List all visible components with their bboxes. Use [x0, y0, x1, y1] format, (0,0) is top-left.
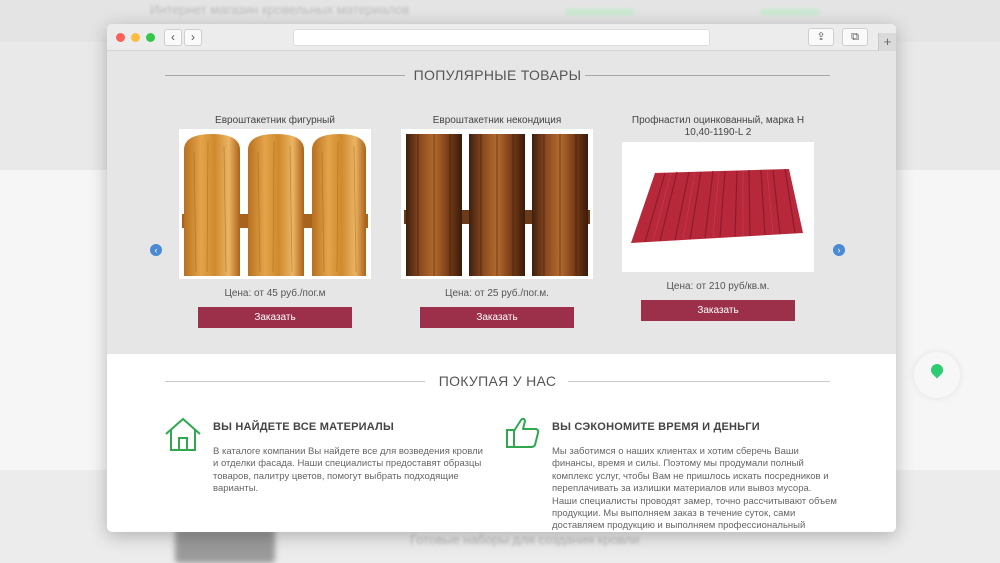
house-icon — [165, 417, 201, 451]
slider-prev-icon[interactable]: ‹ — [150, 244, 162, 256]
close-window-button[interactable] — [116, 33, 125, 42]
benefit-text: В каталоге компании Вы найдете все для в… — [213, 446, 483, 495]
new-tab-button[interactable]: + — [878, 33, 896, 51]
title-divider — [165, 381, 425, 382]
section-title-benefits: ПОКУПАЯ У НАС — [165, 371, 830, 391]
tabs-overview-button[interactable]: ⧉ — [842, 28, 868, 46]
benefit-text: Мы заботимся о наших клиентах и хотим сб… — [552, 446, 837, 532]
picket-fence-dark-image — [404, 132, 590, 276]
product-price: Цена: от 45 руб./пог.м — [224, 288, 326, 299]
title-divider — [165, 75, 405, 76]
product-price: Цена: от 210 руб/кв.м. — [666, 281, 770, 292]
background-image — [175, 528, 275, 563]
product-card: Евроштакетник некондиция Цена: от 25 руб… — [401, 115, 593, 328]
title-divider — [568, 381, 830, 382]
benefits-title: ПОКУПАЯ У НАС — [438, 373, 557, 389]
popular-title: ПОПУЛЯРНЫЕ ТОВАРЫ — [413, 67, 582, 83]
slider-next-icon[interactable]: › — [833, 244, 845, 256]
address-bar[interactable] — [293, 29, 710, 46]
back-button[interactable]: ‹ — [164, 29, 182, 46]
forward-button[interactable]: › — [184, 29, 202, 46]
product-name: Профнастил оцинкованный, марка Н 10,40-1… — [631, 115, 805, 138]
product-image[interactable] — [401, 129, 593, 279]
background-pill — [760, 8, 820, 16]
section-title-popular: ПОПУЛЯРНЫЕ ТОВАРЫ — [165, 65, 830, 85]
share-button[interactable]: ⇪ — [808, 28, 834, 46]
zoom-window-button[interactable] — [146, 33, 155, 42]
product-name: Евроштакетник некондиция — [432, 115, 562, 126]
benefit-heading: ВЫ СЭКОНОМИТЕ ВРЕМЯ И ДЕНЬГИ — [552, 421, 760, 433]
background-footer-text: Готовые наборы для создания кровли — [410, 532, 640, 547]
order-button[interactable]: Заказать — [198, 307, 352, 328]
background-pill — [565, 8, 635, 16]
benefit-heading: ВЫ НАЙДЕТЕ ВСЕ МАТЕРИАЛЫ — [213, 421, 394, 433]
browser-window: ‹ › ⇪ ⧉ + ПОПУЛЯРНЫЕ ТОВАРЫ ‹ › Евроштак… — [107, 24, 896, 532]
picket-fence-wood-image — [182, 132, 368, 276]
product-name: Евроштакетник фигурный — [215, 115, 335, 126]
browser-toolbar: ‹ › ⇪ ⧉ — [107, 24, 896, 51]
background-header-text: Интернет магазин кровельных материалов — [150, 2, 410, 17]
thumbs-up-icon — [506, 417, 540, 448]
minimize-window-button[interactable] — [131, 33, 140, 42]
product-image[interactable] — [179, 129, 371, 279]
popular-products-section: ПОПУЛЯРНЫЕ ТОВАРЫ ‹ › Евроштакетник фигу… — [107, 51, 896, 354]
product-card: Евроштакетник фигурный Цена: от 45 руб./… — [179, 115, 371, 328]
product-price: Цена: от 25 руб./пог.м. — [445, 288, 549, 299]
title-divider — [585, 75, 830, 76]
order-button[interactable]: Заказать — [420, 307, 574, 328]
corrugated-sheet-image — [625, 145, 811, 269]
order-button[interactable]: Заказать — [641, 300, 795, 321]
map-pin-icon[interactable] — [914, 352, 960, 398]
product-image[interactable] — [622, 142, 814, 272]
product-card: Профнастил оцинкованный, марка Н 10,40-1… — [622, 115, 814, 321]
